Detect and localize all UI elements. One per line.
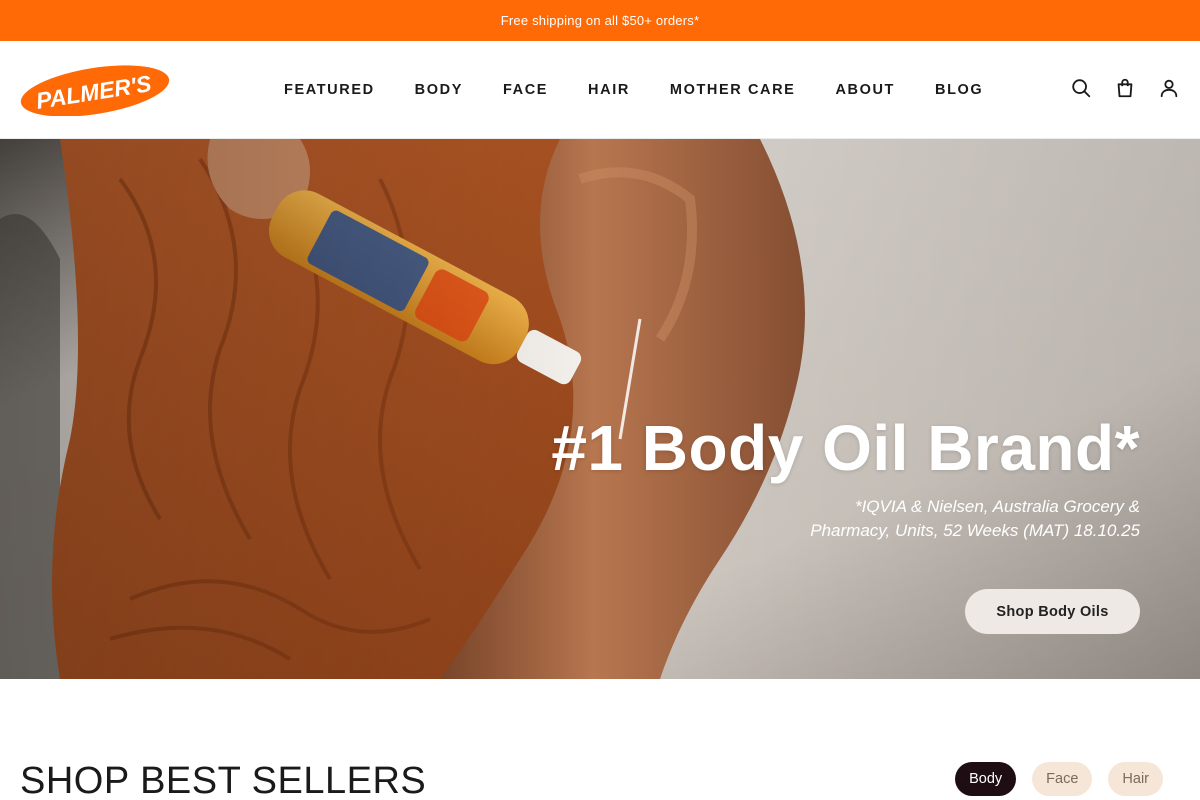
shop-body-oils-button[interactable]: Shop Body Oils: [965, 589, 1140, 634]
category-filters: Body Face Hair: [955, 762, 1163, 796]
hero-banner: #1 Body Oil Brand* *IQVIA & Nielsen, Aus…: [0, 139, 1200, 679]
filter-chip-body[interactable]: Body: [955, 762, 1017, 796]
filter-chip-face[interactable]: Face: [1032, 762, 1093, 796]
best-sellers-title: SHOP BEST SELLERS: [20, 760, 427, 800]
nav-featured[interactable]: FEATURED: [284, 82, 375, 98]
nav-blog[interactable]: BLOG: [935, 82, 983, 98]
hero-footnote: *IQVIA & Nielsen, Australia Grocery & Ph…: [810, 497, 1140, 540]
account-icon[interactable]: [1158, 77, 1180, 99]
site-header: PALMER'S FEATURED BODY FACE HAIR MOTHER …: [0, 41, 1200, 139]
nav-hair[interactable]: HAIR: [588, 82, 630, 98]
nav-face[interactable]: FACE: [503, 82, 548, 98]
announcement-bar: Free shipping on all $50+ orders*: [0, 0, 1200, 41]
hero-title: #1 Body Oil Brand*: [551, 412, 1140, 484]
nav-mother-care[interactable]: MOTHER CARE: [670, 82, 796, 98]
header-icons: [1070, 77, 1180, 99]
main-nav: FEATURED BODY FACE HAIR MOTHER CARE ABOU…: [284, 41, 983, 139]
palmers-logo[interactable]: PALMER'S: [20, 64, 172, 116]
nav-about[interactable]: ABOUT: [835, 82, 895, 98]
search-icon[interactable]: [1070, 77, 1092, 99]
nav-body[interactable]: BODY: [415, 82, 463, 98]
announcement-text: Free shipping on all $50+ orders*: [500, 13, 700, 28]
filter-chip-hair[interactable]: Hair: [1108, 762, 1163, 796]
bag-icon[interactable]: [1114, 77, 1136, 99]
